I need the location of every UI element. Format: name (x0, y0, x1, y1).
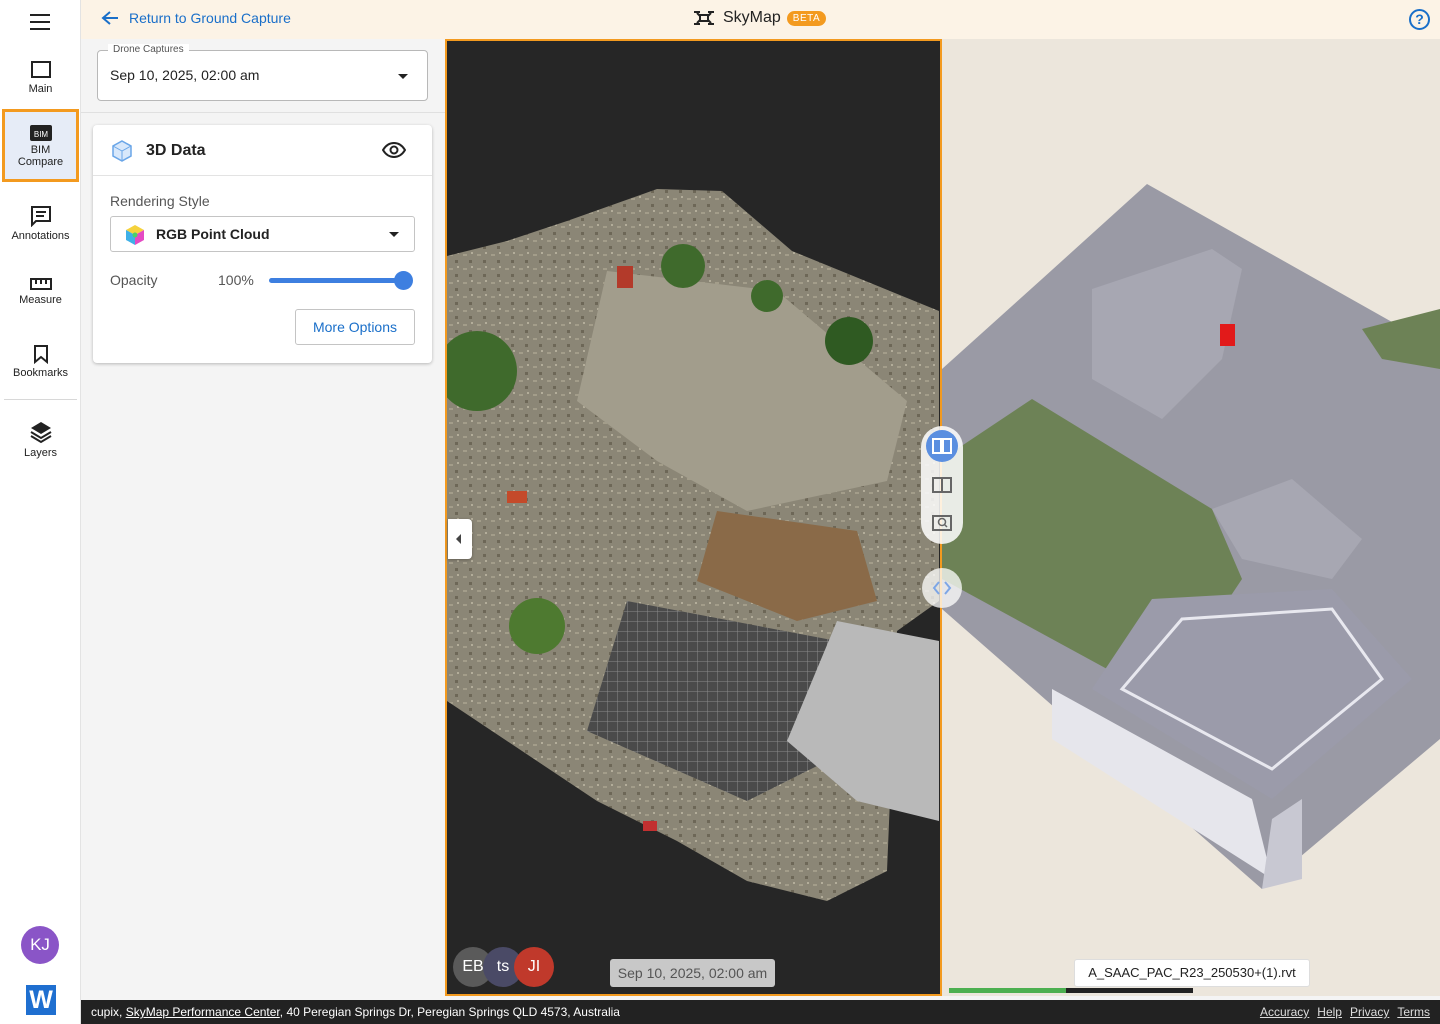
more-options-button[interactable]: More Options (295, 309, 415, 345)
rail-item-layers[interactable]: Layers (0, 420, 81, 460)
rail-item-bookmarks[interactable]: Bookmarks (0, 344, 81, 384)
site-address: 40 Peregian Springs Dr, Peregian Springs… (286, 1005, 620, 1019)
left-rail: Main BIM BIM Compare Annotations Measure… (0, 0, 81, 1024)
footer-links: Accuracy Help Privacy Terms (1260, 1005, 1430, 1019)
chevron-down-icon (389, 232, 399, 237)
collaborator-avatar-ji[interactable]: JI (514, 947, 554, 987)
overlay-view-icon (932, 477, 952, 493)
panel-divider (81, 112, 445, 113)
rgb-cube-icon (126, 225, 144, 245)
rail-divider (4, 399, 77, 400)
status-bar: cupix, SkyMap Performance Center, 40 Per… (81, 1000, 1440, 1024)
3d-data-title: 3D Data (146, 142, 206, 159)
help-link[interactable]: Help (1317, 1005, 1342, 1019)
magnifier-icon (932, 515, 952, 531)
3d-data-card: 3D Data Rendering Style RGB Point Cloud … (93, 125, 432, 363)
bim-model-render (942, 39, 1440, 996)
app-name: SkyMap (723, 9, 781, 26)
rail-item-bim-line2: Compare (17, 156, 64, 168)
drone-icon (694, 11, 714, 25)
layers-icon (29, 422, 52, 444)
capture-date-chip: Sep 10, 2025, 02:00 am (610, 959, 775, 987)
rail-item-annotations[interactable]: Annotations (0, 205, 81, 245)
rendering-style-value: RGB Point Cloud (156, 226, 270, 242)
split-view-button[interactable] (926, 430, 958, 462)
cube-icon (112, 140, 132, 162)
opacity-value: 100% (218, 272, 254, 288)
code-arrows-icon (932, 581, 952, 595)
org-name: cupix (91, 1005, 120, 1019)
app-logo[interactable]: W (26, 985, 56, 1015)
rail-item-bookmarks-label: Bookmarks (12, 367, 69, 379)
back-label: Return to Ground Capture (129, 10, 291, 26)
overlay-view-button[interactable] (926, 469, 958, 501)
drone-captures-value: Sep 10, 2025, 02:00 am (110, 67, 260, 83)
rendering-style-label: Rendering Style (110, 193, 210, 209)
help-icon[interactable]: ? (1409, 9, 1430, 30)
return-to-ground-capture-link[interactable]: Return to Ground Capture (101, 10, 291, 26)
rail-item-bim-line1: BIM (30, 144, 51, 156)
privacy-link[interactable]: Privacy (1350, 1005, 1389, 1019)
rail-item-main-label: Main (28, 83, 53, 95)
rail-item-annotations-label: Annotations (11, 230, 70, 242)
eye-icon[interactable] (382, 142, 406, 158)
opacity-label: Opacity (110, 272, 158, 288)
opacity-slider-thumb[interactable] (394, 271, 413, 290)
drone-captures-legend: Drone Captures (108, 44, 189, 55)
terms-link[interactable]: Terms (1397, 1005, 1430, 1019)
rendering-style-select[interactable]: RGB Point Cloud (110, 216, 415, 252)
hamburger-menu-icon[interactable] (30, 14, 50, 30)
chevron-left-icon (456, 534, 461, 544)
rail-item-measure-label: Measure (19, 294, 62, 306)
model-load-progress-fill (949, 988, 1067, 993)
bim-file-chip: A_SAAC_PAC_R23_250530+(1).rvt (1074, 959, 1310, 987)
split-view-icon (932, 438, 952, 454)
collapse-panel-button[interactable] (448, 519, 472, 559)
bim-icon-text: BIM (33, 130, 48, 139)
opacity-slider-track[interactable] (269, 278, 404, 283)
app-brand: SkyMap BETA (693, 9, 827, 27)
main-view-icon (30, 61, 51, 78)
top-bar: Return to Ground Capture SkyMap BETA ? (81, 0, 1440, 39)
bim-model-viewer[interactable] (942, 39, 1440, 996)
point-cloud-viewer[interactable] (445, 39, 942, 996)
split-divider-handle[interactable] (922, 568, 962, 608)
location-info: cupix, SkyMap Performance Center, 40 Per… (91, 1005, 620, 1019)
chevron-down-icon (398, 74, 408, 79)
arrow-left-icon (101, 11, 118, 25)
rail-item-bim-compare[interactable]: BIM BIM Compare (2, 109, 79, 182)
beta-badge: BETA (786, 10, 827, 26)
site-link[interactable]: SkyMap Performance Center (126, 1005, 280, 1019)
accuracy-link[interactable]: Accuracy (1260, 1005, 1309, 1019)
rail-item-measure[interactable]: Measure (0, 277, 81, 317)
ruler-icon (29, 278, 52, 290)
rail-item-main[interactable]: Main (0, 60, 81, 100)
rail-item-layers-label: Layers (23, 447, 58, 459)
bookmark-icon (33, 345, 48, 364)
inspect-view-button[interactable] (926, 507, 958, 539)
drone-captures-select[interactable]: Drone Captures Sep 10, 2025, 02:00 am (97, 44, 428, 101)
bim-compare-icon: BIM (29, 125, 52, 141)
3d-data-card-header: 3D Data (93, 125, 432, 176)
model-load-progress (949, 988, 1193, 993)
point-cloud-render (447, 189, 939, 901)
annotations-icon (30, 206, 51, 227)
user-avatar[interactable]: KJ (21, 926, 59, 964)
